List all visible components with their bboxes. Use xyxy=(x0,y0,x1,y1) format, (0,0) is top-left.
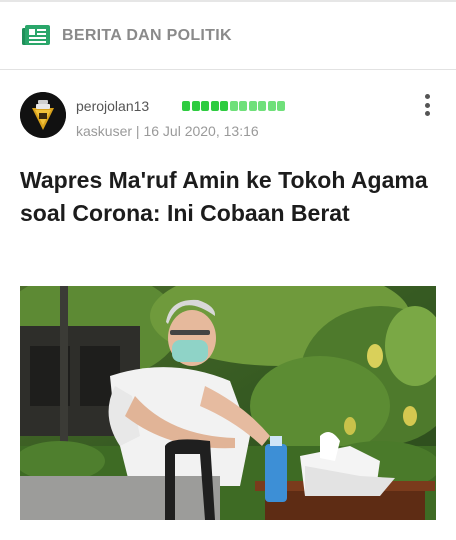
reputation-dot xyxy=(191,101,200,111)
menu-dot xyxy=(424,94,430,99)
category-header[interactable]: BERITA DAN POLITIK xyxy=(0,2,456,70)
more-vertical-icon[interactable] xyxy=(420,92,434,118)
post-image[interactable] xyxy=(20,286,436,520)
post-date: 16 Jul 2020, 13:16 xyxy=(143,123,259,139)
reputation-dot xyxy=(267,101,276,111)
post-author-row: perojolan13 kaskuser | 16 Jul 2020, 13:1… xyxy=(20,90,440,144)
reputation-dot xyxy=(248,101,257,111)
newspaper-icon xyxy=(22,24,50,47)
reputation-dot xyxy=(201,101,209,111)
author-username[interactable]: perojolan13 xyxy=(76,98,149,114)
post-photo xyxy=(20,286,436,520)
avatar[interactable] xyxy=(20,92,66,138)
reputation-dot xyxy=(210,101,219,111)
reputation-dot xyxy=(239,101,247,111)
reputation-bar xyxy=(182,101,285,111)
menu-dot xyxy=(424,111,430,116)
reputation-dot xyxy=(277,101,285,111)
reputation-dot xyxy=(220,101,228,111)
reputation-dot xyxy=(258,101,266,111)
menu-dot xyxy=(424,102,430,108)
reputation-dot xyxy=(229,101,238,111)
post-meta: kaskuser | 16 Jul 2020, 13:16 xyxy=(76,123,259,139)
post-title[interactable]: Wapres Ma'ruf Amin ke Tokoh Agama soal C… xyxy=(20,164,430,230)
category-label: BERITA DAN POLITIK xyxy=(62,26,232,44)
author-role: kaskuser xyxy=(76,123,133,139)
reputation-dot xyxy=(182,101,190,111)
